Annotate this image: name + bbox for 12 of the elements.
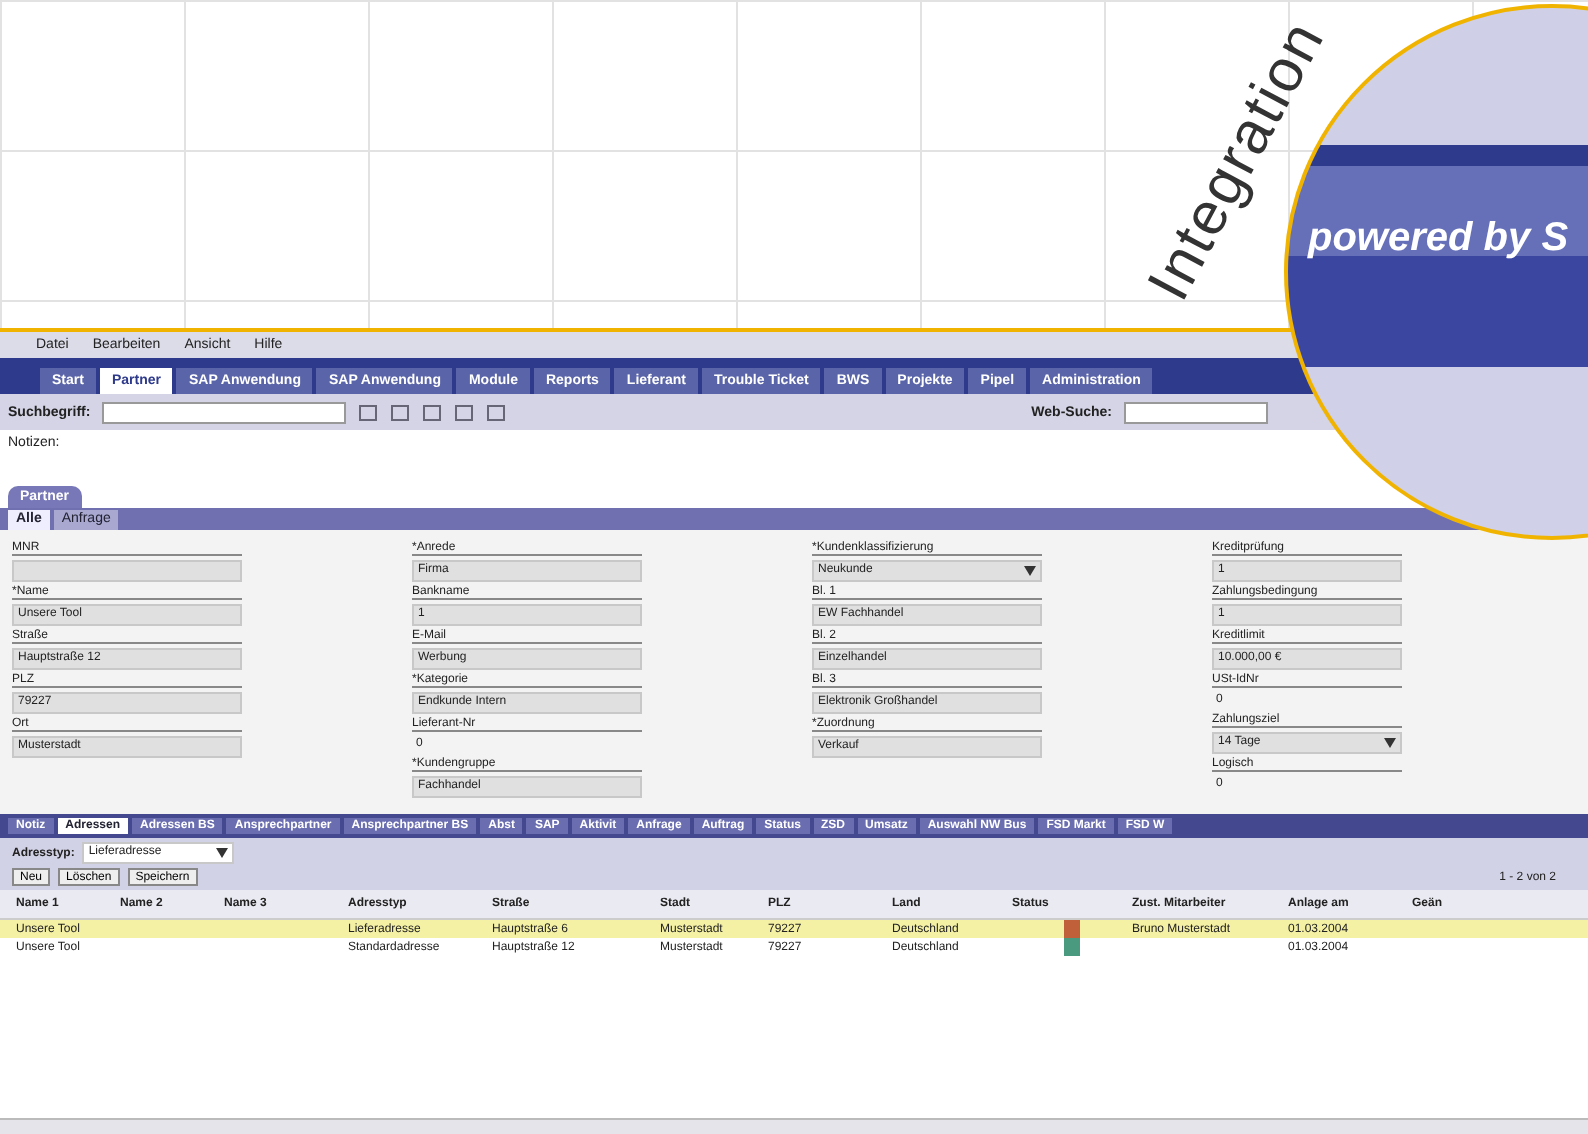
scrollbar[interactable] bbox=[0, 1118, 1588, 1134]
caret-icon bbox=[216, 848, 229, 858]
toolbar-icon[interactable] bbox=[422, 403, 443, 421]
toolbar-icon[interactable] bbox=[358, 403, 379, 421]
web-search-field[interactable] bbox=[1124, 401, 1268, 423]
toolbar-icon[interactable] bbox=[454, 403, 475, 421]
search-field[interactable] bbox=[102, 401, 347, 423]
toolbar-icon[interactable] bbox=[390, 403, 411, 421]
input-field[interactable] bbox=[12, 560, 242, 582]
caret-icon bbox=[1024, 566, 1036, 576]
caret-icon bbox=[1384, 738, 1396, 748]
toolbar-icon[interactable] bbox=[486, 403, 507, 421]
